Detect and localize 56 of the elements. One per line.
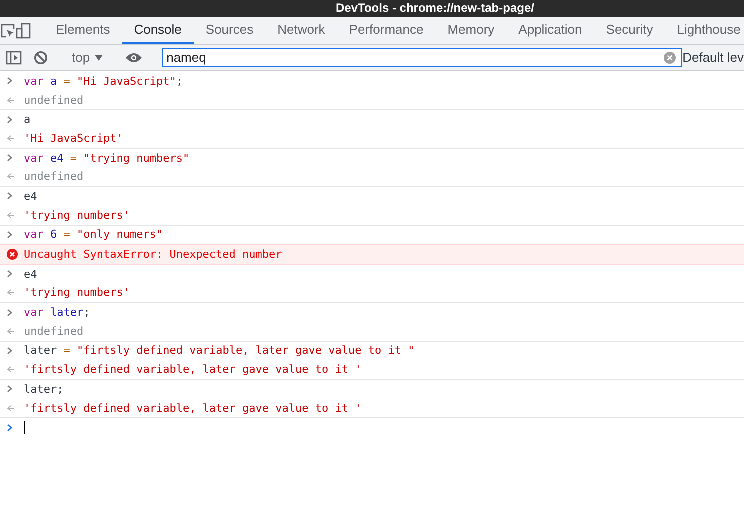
result-text: undefined <box>24 170 84 184</box>
command-text: later; <box>24 382 64 396</box>
result-text: undefined <box>24 94 84 107</box>
command-text: var 6 = "only numers" <box>24 228 164 242</box>
tab[interactable]: Memory <box>436 17 507 44</box>
clear-console-icon[interactable] <box>34 50 48 64</box>
command-text: var e4 = "trying numbers" <box>24 152 190 165</box>
tab[interactable]: Lighthouse <box>665 17 744 44</box>
command-text: var a = "Hi JavaScript"; <box>24 74 183 88</box>
command-text: later = "firtsly defined variable, later gave value to it " <box>24 344 415 358</box>
result-text: 'Hi JavaScript' <box>24 132 124 145</box>
result-text: 'trying numbers' <box>24 286 130 300</box>
prompt-chevron-icon <box>7 424 13 432</box>
prompt-chevron-icon <box>7 77 13 86</box>
inspect-element-icon[interactable] <box>0 22 16 38</box>
eye-icon[interactable] <box>126 52 142 62</box>
error-message: Uncaught SyntaxError: Unexpected number <box>24 248 282 262</box>
prompt-chevron-icon <box>7 154 13 162</box>
filter-field[interactable]: nameq <box>162 48 682 67</box>
result-text: 'firtsly defined variable, later gave value to it ' <box>24 363 362 376</box>
dropdown-caret-icon <box>95 54 104 60</box>
prompt-chevron-icon <box>7 116 13 124</box>
tab[interactable]: Network <box>266 17 338 44</box>
result-arrow-icon <box>7 404 14 412</box>
result-arrow-icon <box>7 289 14 296</box>
prompt-chevron-icon <box>7 385 13 394</box>
command-text: a <box>24 113 31 126</box>
tab[interactable]: Sources <box>194 17 266 44</box>
result-arrow-icon <box>7 328 14 335</box>
log-levels-dropdown[interactable]: Default lev <box>682 50 744 65</box>
result-arrow-icon <box>7 96 14 104</box>
tab[interactable]: Application <box>506 17 594 44</box>
prompt-chevron-icon <box>7 308 13 317</box>
result-arrow-icon <box>7 134 14 142</box>
window-title: DevTools - chrome://new-tab-page/ <box>336 1 534 15</box>
prompt-chevron-icon <box>7 270 13 278</box>
result-arrow-icon <box>7 212 14 219</box>
text-cursor[interactable] <box>24 421 25 434</box>
result-text: 'firtsly defined variable, later gave value to it ' <box>24 402 362 415</box>
command-text: e4 <box>24 190 38 203</box>
device-toolbar-icon[interactable] <box>16 22 32 38</box>
command-text: var later; <box>24 306 90 320</box>
tab[interactable]: Security <box>594 17 666 44</box>
result-text: undefined <box>24 324 84 338</box>
prompt-chevron-icon <box>7 230 13 239</box>
tab[interactable]: Performance <box>337 17 436 44</box>
prompt-chevron-icon <box>7 192 13 200</box>
command-text: e4 <box>24 268 38 281</box>
sidebar-toggle-icon[interactable] <box>6 50 22 64</box>
result-arrow-icon <box>7 173 14 180</box>
context-dropdown[interactable]: top <box>66 50 110 65</box>
result-arrow-icon <box>7 366 14 374</box>
result-text: 'trying numbers' <box>24 208 130 222</box>
prompt-chevron-icon <box>7 346 13 355</box>
tab[interactable]: Elements <box>44 17 122 44</box>
error-icon <box>7 249 18 260</box>
